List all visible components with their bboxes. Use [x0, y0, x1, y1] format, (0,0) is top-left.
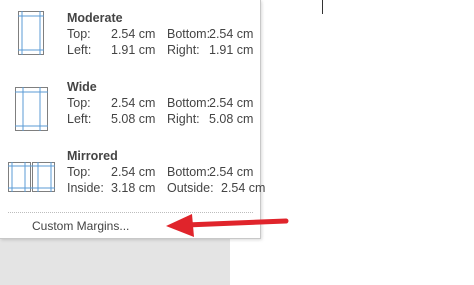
label-top: Top:	[67, 27, 91, 41]
value-right: 5.08 cm	[209, 112, 254, 126]
value-top: 2.54 cm	[111, 165, 156, 179]
label-bottom: Bottom:	[167, 96, 211, 110]
value-inside: 3.18 cm	[111, 181, 156, 195]
margin-option-wide[interactable]: Wide Top: 2.54 cm Bottom: 2.54 cm Left: …	[0, 69, 260, 138]
value-bottom: 2.54 cm	[209, 96, 254, 110]
label-top: Top:	[67, 165, 91, 179]
value-right: 1.91 cm	[209, 43, 254, 57]
label-left: Left:	[67, 43, 92, 57]
label-inside: Inside:	[67, 181, 104, 195]
label-bottom: Bottom:	[167, 165, 211, 179]
option-name: Moderate	[67, 11, 123, 25]
label-left: Left:	[67, 112, 92, 126]
red-arrow-annotation-icon	[160, 210, 290, 243]
margin-option-moderate[interactable]: Moderate Top: 2.54 cm Bottom: 2.54 cm Le…	[0, 0, 260, 69]
label-top: Top:	[67, 96, 91, 110]
value-bottom: 2.54 cm	[209, 165, 254, 179]
moderate-margins-icon	[18, 11, 44, 60]
label-right: Right:	[167, 43, 200, 57]
value-bottom: 2.54 cm	[209, 27, 254, 41]
value-left: 5.08 cm	[111, 112, 156, 126]
value-left: 1.91 cm	[111, 43, 156, 57]
label-right: Right:	[167, 112, 200, 126]
option-name: Wide	[67, 80, 97, 94]
wide-margins-icon	[15, 87, 48, 136]
label-bottom: Bottom:	[167, 27, 211, 41]
option-name: Mirrored	[67, 149, 118, 163]
value-top: 2.54 cm	[111, 27, 156, 41]
mirrored-margins-icon	[8, 162, 55, 197]
text-cursor	[322, 0, 323, 14]
custom-margins-button[interactable]: Custom Margins...	[32, 219, 129, 233]
label-outside: Outside:	[167, 181, 214, 195]
margins-dropdown-menu: Moderate Top: 2.54 cm Bottom: 2.54 cm Le…	[0, 0, 265, 239]
margin-option-mirrored[interactable]: Mirrored Top: 2.54 cm Bottom: 2.54 cm In…	[0, 138, 265, 207]
value-top: 2.54 cm	[111, 96, 156, 110]
value-outside: 2.54 cm	[221, 181, 266, 195]
